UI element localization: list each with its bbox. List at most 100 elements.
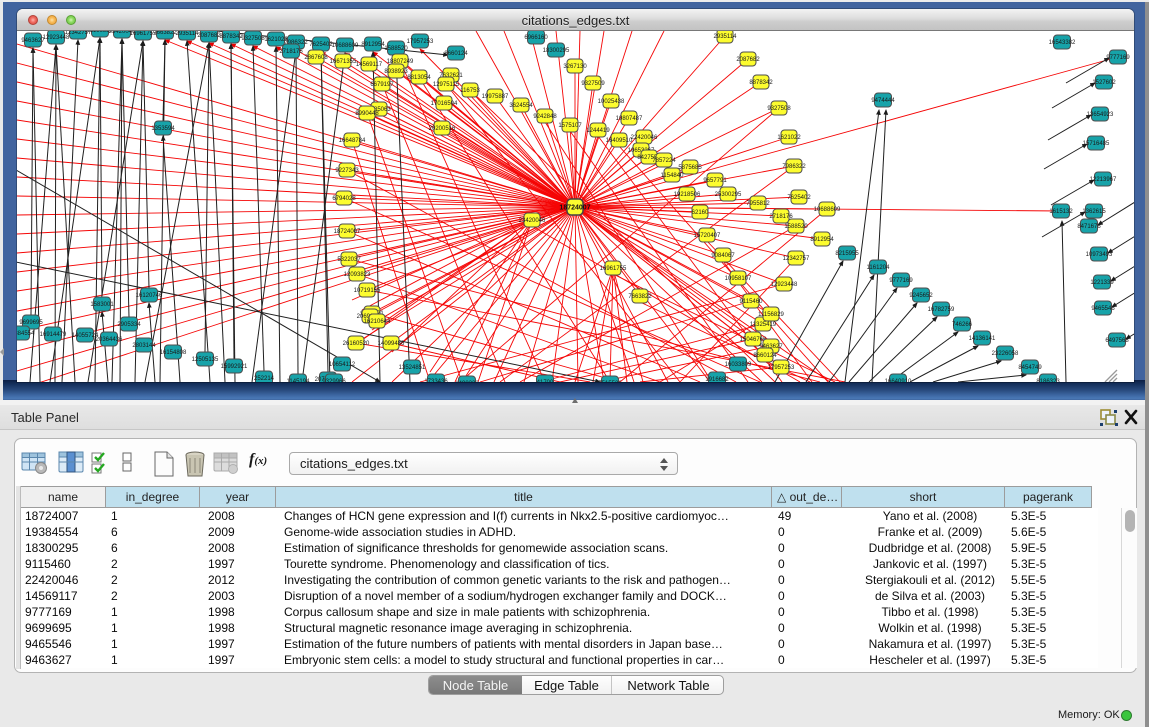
svg-text:9777169: 9777169 (1106, 55, 1130, 61)
svg-text:12093823: 12093823 (344, 272, 371, 278)
svg-text:23420046: 23420046 (519, 218, 546, 224)
svg-text:16648784: 16648784 (339, 138, 366, 144)
svg-text:23226058: 23226058 (992, 351, 1019, 357)
svg-text:9699695: 9699695 (19, 320, 43, 326)
svg-text:8912954: 8912954 (810, 237, 834, 243)
svg-text:15720407: 15720407 (694, 233, 721, 239)
svg-text:9084067: 9084067 (711, 253, 735, 259)
svg-text:1145194: 1145194 (287, 379, 311, 382)
svg-text:18300295: 18300295 (543, 48, 570, 54)
svg-text:1154840: 1154840 (661, 173, 685, 179)
svg-text:10719155: 10719155 (354, 288, 381, 294)
svg-text:1161204: 1161204 (867, 265, 891, 271)
svg-text:2087682: 2087682 (736, 57, 760, 63)
svg-text:26160520: 26160520 (343, 341, 370, 347)
svg-text:7663822: 7663822 (628, 294, 652, 300)
svg-text:19975887: 19975887 (482, 94, 509, 100)
svg-text:20364436: 20364436 (96, 337, 123, 343)
svg-text:12975115: 12975115 (433, 82, 460, 88)
svg-text:1916682: 1916682 (705, 377, 729, 382)
svg-text:9657791: 9657791 (703, 178, 727, 184)
svg-text:11156829: 11156829 (758, 312, 784, 318)
svg-text:16782759: 16782759 (928, 307, 955, 313)
svg-text:10807487: 10807487 (616, 116, 643, 122)
svg-text:5322037: 5322037 (337, 257, 361, 263)
svg-text:10688609: 10688609 (332, 43, 359, 49)
svg-text:2935114: 2935114 (714, 34, 738, 40)
svg-text:9242848: 9242848 (533, 114, 557, 120)
svg-text:1588520: 1588520 (784, 224, 808, 230)
svg-text:12342757: 12342757 (783, 256, 810, 262)
svg-text:8938923: 8938923 (384, 69, 408, 75)
svg-text:2718176: 2718176 (279, 49, 303, 55)
svg-text:7625402: 7625402 (309, 42, 333, 48)
svg-text:9465546: 9465546 (1091, 306, 1115, 312)
svg-text:20200516: 20200516 (429, 126, 456, 132)
svg-text:8454749: 8454749 (1018, 365, 1042, 371)
svg-text:10025438: 10025438 (598, 99, 625, 105)
svg-text:9115460: 9115460 (740, 299, 764, 305)
svg-text:16409510: 16409510 (606, 138, 633, 144)
svg-text:1221339: 1221339 (1090, 280, 1114, 286)
svg-text:7515526: 7515526 (598, 381, 622, 382)
svg-text:8660124: 8660124 (444, 51, 468, 57)
svg-text:1583001: 1583001 (90, 302, 114, 308)
svg-text:9327508: 9327508 (767, 106, 791, 112)
svg-text:16640910: 16640910 (885, 379, 912, 382)
svg-text:6966160: 6966160 (524, 35, 548, 41)
svg-text:1353594: 1353594 (151, 126, 175, 132)
svg-text:19218506: 19218506 (674, 192, 701, 198)
svg-text:8813054: 8813054 (407, 75, 431, 81)
svg-text:252214: 252214 (254, 376, 275, 382)
svg-text:7663822: 7663822 (153, 31, 177, 36)
svg-text:13654923: 13654923 (1087, 112, 1114, 118)
svg-text:10688609: 10688609 (814, 207, 841, 213)
svg-text:15716485: 15716485 (1083, 141, 1110, 147)
svg-text:16543382: 16543382 (1049, 40, 1076, 46)
svg-text:16120746: 16120746 (136, 293, 163, 299)
svg-text:10973493: 10973493 (1086, 252, 1113, 258)
svg-text:62160: 62160 (692, 210, 709, 216)
svg-text:1498222: 1498222 (455, 381, 479, 382)
svg-text:6794028: 6794028 (332, 196, 356, 202)
svg-text:8990448: 8990448 (355, 111, 379, 117)
svg-text:15992921: 15992921 (221, 364, 248, 370)
svg-text:16914479: 16914479 (40, 332, 67, 338)
svg-text:8471676: 8471676 (1077, 224, 1101, 230)
svg-text:2935114: 2935114 (176, 31, 200, 37)
svg-text:9245652: 9245652 (909, 293, 933, 299)
svg-text:12505135: 12505135 (192, 357, 219, 363)
svg-text:16033809: 16033809 (725, 362, 752, 368)
svg-text:9327508: 9327508 (241, 36, 265, 42)
svg-text:16154808: 16154808 (160, 350, 187, 356)
svg-text:9777169: 9777169 (889, 278, 913, 284)
svg-text:3624554: 3624554 (509, 103, 533, 109)
svg-text:8912954: 8912954 (361, 42, 385, 48)
svg-text:9329966: 9329966 (322, 379, 346, 382)
svg-text:6497568: 6497568 (1105, 338, 1129, 344)
svg-text:11325419: 11325419 (750, 322, 777, 328)
svg-text:1615132: 1615132 (1049, 209, 1073, 215)
svg-text:18724007: 18724007 (559, 205, 590, 212)
svg-text:7625402: 7625402 (787, 195, 811, 201)
svg-text:7986322: 7986322 (782, 164, 806, 170)
svg-text:17957253: 17957253 (407, 39, 434, 45)
svg-text:12213967: 12213967 (1090, 177, 1117, 183)
svg-text:18724007: 18724007 (334, 229, 361, 235)
svg-text:8186323: 8186323 (1036, 379, 1060, 382)
svg-text:9327509: 9327509 (581, 81, 605, 87)
svg-text:17957253: 17957253 (768, 365, 795, 371)
svg-text:8878342: 8878342 (749, 80, 773, 86)
svg-text:1588520: 1588520 (384, 46, 408, 52)
svg-text:22420046: 22420046 (631, 135, 658, 141)
svg-text:2867608: 2867608 (304, 55, 328, 61)
svg-text:16210644: 16210644 (364, 319, 391, 325)
svg-text:3267130: 3267130 (563, 64, 587, 70)
svg-text:1362615: 1362615 (1082, 209, 1106, 215)
svg-text:5875685: 5875685 (678, 165, 702, 171)
svg-text:8215955: 8215955 (835, 251, 859, 257)
svg-text:7955812: 7955812 (746, 201, 770, 207)
svg-text:6679197: 6679197 (370, 82, 394, 88)
svg-text:10958107: 10958107 (725, 276, 752, 282)
svg-text:9227343: 9227343 (335, 168, 359, 174)
